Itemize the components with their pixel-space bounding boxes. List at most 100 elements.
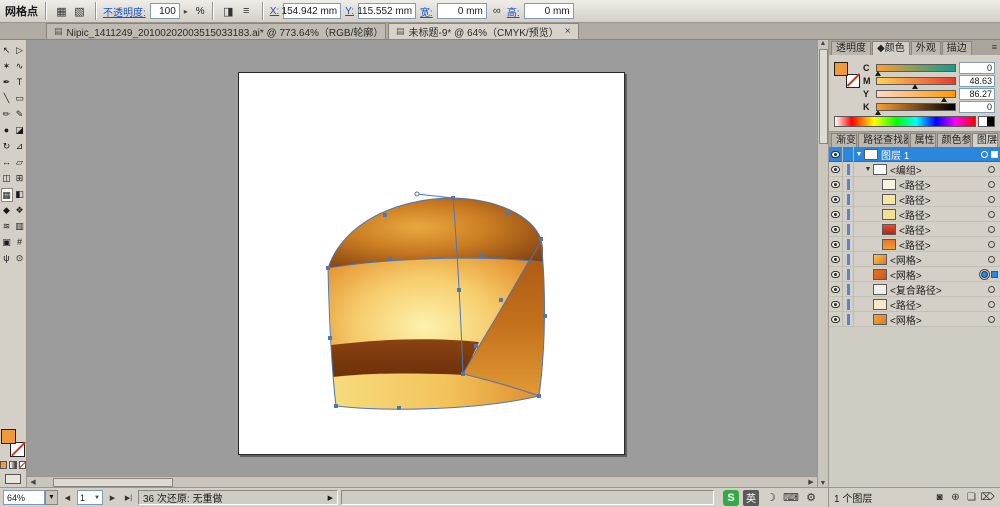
tab-stroke[interactable]: 描边 bbox=[942, 41, 972, 55]
rotate-tool[interactable]: ↻ bbox=[1, 140, 13, 154]
symbol-sprayer-tool[interactable]: ≋ bbox=[1, 220, 13, 234]
horizontal-scroll-thumb[interactable] bbox=[53, 478, 173, 487]
tab-color-guide[interactable]: 颜色参 bbox=[937, 133, 971, 147]
shape-builder-tool[interactable]: ◫ bbox=[1, 172, 13, 186]
layer-row[interactable]: <网格> bbox=[829, 267, 1000, 282]
add-mesh-point-icon[interactable]: ▦ bbox=[53, 3, 70, 20]
k-value-input[interactable]: 0 bbox=[959, 101, 995, 113]
status-indicator[interactable]: 36 次还原: 无重做 ▶ bbox=[138, 490, 338, 505]
gradient-tool[interactable]: ◧ bbox=[14, 188, 26, 202]
tab-pathfinder[interactable]: 路径查找器 bbox=[858, 133, 908, 147]
blend-tool[interactable]: ❖ bbox=[14, 204, 26, 218]
lock-toggle[interactable] bbox=[843, 222, 854, 237]
rectangle-tool[interactable]: ▭ bbox=[14, 92, 26, 106]
layer-row[interactable]: <路径> bbox=[829, 192, 1000, 207]
artboard-dropdown-icon[interactable]: ▼ bbox=[94, 495, 100, 501]
visibility-toggle[interactable] bbox=[829, 282, 843, 297]
black-swatch[interactable] bbox=[987, 117, 995, 126]
screen-mode-button[interactable] bbox=[5, 474, 21, 484]
target-circle[interactable] bbox=[988, 226, 995, 233]
link-dimensions-icon[interactable]: ∞ bbox=[491, 3, 503, 20]
target-circle[interactable] bbox=[988, 211, 995, 218]
none-mode-button[interactable] bbox=[19, 461, 26, 469]
layer-row[interactable]: <路径> bbox=[829, 177, 1000, 192]
hand-tool[interactable]: ψ bbox=[1, 252, 13, 266]
m-slider[interactable] bbox=[876, 77, 956, 85]
vertical-scrollbar[interactable]: ▲ ▼ bbox=[817, 40, 828, 487]
eraser-tool[interactable]: ◪ bbox=[14, 124, 26, 138]
direct-selection-tool[interactable]: ▷ bbox=[14, 44, 26, 58]
scroll-left-icon[interactable]: ◀ bbox=[27, 478, 39, 486]
new-sublayer-icon[interactable]: ⊕ bbox=[948, 491, 963, 505]
selection-tool[interactable]: ↖ bbox=[1, 44, 13, 58]
pencil-tool[interactable]: ✎ bbox=[14, 108, 26, 122]
free-transform-tool[interactable]: ▱ bbox=[14, 156, 26, 170]
visibility-toggle[interactable] bbox=[829, 207, 843, 222]
lock-toggle[interactable] bbox=[843, 252, 854, 267]
lang-indicator[interactable]: 英 bbox=[743, 490, 759, 506]
k-slider[interactable] bbox=[876, 103, 956, 111]
x-label[interactable]: X: bbox=[270, 6, 279, 17]
height-input[interactable]: 0 mm bbox=[524, 3, 574, 19]
perspective-grid-tool[interactable]: ⊞ bbox=[14, 172, 26, 186]
visibility-toggle[interactable] bbox=[829, 192, 843, 207]
visibility-toggle[interactable] bbox=[829, 267, 843, 282]
lock-toggle[interactable] bbox=[843, 162, 854, 177]
visibility-toggle[interactable] bbox=[829, 252, 843, 267]
target-circle[interactable] bbox=[981, 271, 988, 278]
spectrum-endcaps[interactable] bbox=[978, 116, 995, 127]
x-input[interactable]: 154.942 mm bbox=[283, 3, 341, 19]
target-circle[interactable] bbox=[988, 286, 995, 293]
panel-menu-icon[interactable]: ≡ bbox=[992, 134, 997, 144]
horizontal-scrollbar[interactable]: ◀ ▶ bbox=[27, 476, 817, 487]
document-tab[interactable]: ▤未标题-9* @ 64%（CMYK/预览）× bbox=[388, 23, 579, 39]
tab-gradient[interactable]: 渐变 bbox=[831, 133, 857, 147]
next-artboard-button[interactable]: ▶ bbox=[106, 491, 119, 505]
m-value-input[interactable]: 48.63 bbox=[959, 75, 995, 87]
expander-icon[interactable]: ▼ bbox=[854, 151, 864, 158]
vertical-scroll-thumb[interactable] bbox=[819, 49, 828, 144]
canvas-pasteboard[interactable]: ◀ ▶ bbox=[27, 40, 817, 487]
delete-layer-icon[interactable]: ⌦ bbox=[980, 491, 995, 505]
visibility-toggle[interactable] bbox=[829, 222, 843, 237]
scale-tool[interactable]: ⊿ bbox=[14, 140, 26, 154]
make-clipping-mask-icon[interactable]: ◙ bbox=[932, 491, 947, 505]
lock-toggle[interactable] bbox=[843, 207, 854, 222]
layer-row[interactable]: <路径> bbox=[829, 207, 1000, 222]
y-slider[interactable] bbox=[876, 90, 956, 98]
line-segment-tool[interactable]: ╲ bbox=[1, 92, 13, 106]
layer-row[interactable]: <路径> bbox=[829, 297, 1000, 312]
recolor-artwork-icon[interactable]: ◨ bbox=[220, 3, 237, 20]
visibility-toggle[interactable] bbox=[829, 177, 843, 192]
color-spectrum-bar[interactable] bbox=[834, 116, 976, 127]
target-circle[interactable] bbox=[988, 196, 995, 203]
settings-wrench-icon[interactable]: ⚙ bbox=[803, 490, 819, 506]
c-slider[interactable] bbox=[876, 64, 956, 72]
visibility-toggle[interactable] bbox=[829, 147, 843, 162]
artboard-number-field[interactable]: 1 ▼ bbox=[77, 490, 103, 505]
tab-close-icon[interactable]: × bbox=[565, 26, 571, 37]
opacity-stepper-icon[interactable]: ▸ bbox=[184, 7, 192, 16]
prev-artboard-button[interactable]: ◀ bbox=[61, 491, 74, 505]
y-label[interactable]: Y: bbox=[345, 6, 354, 17]
lock-toggle[interactable] bbox=[843, 297, 854, 312]
target-circle[interactable] bbox=[988, 241, 995, 248]
status-expander-icon[interactable]: ▶ bbox=[328, 494, 333, 502]
zoom-dropdown-icon[interactable]: ▼ bbox=[45, 490, 58, 505]
c-value-input[interactable]: 0 bbox=[959, 62, 995, 74]
artboard-tool[interactable]: ▣ bbox=[1, 236, 13, 250]
layer-row[interactable]: ▼<编组> bbox=[829, 162, 1000, 177]
lock-toggle[interactable] bbox=[843, 177, 854, 192]
tab-attributes[interactable]: 属性 bbox=[910, 133, 936, 147]
sogou-icon[interactable]: S bbox=[723, 490, 739, 506]
pen-tool[interactable]: ✒ bbox=[1, 76, 13, 90]
layer-row[interactable]: <路径> bbox=[829, 222, 1000, 237]
cake-artwork[interactable] bbox=[239, 73, 626, 456]
width-label[interactable]: 宽: bbox=[420, 4, 433, 19]
lock-toggle[interactable] bbox=[843, 267, 854, 282]
tab-color[interactable]: ◆颜色 bbox=[872, 41, 910, 55]
new-layer-icon[interactable]: ❏ bbox=[964, 491, 979, 505]
moon-icon[interactable]: ☽ bbox=[763, 490, 779, 506]
target-circle[interactable] bbox=[981, 151, 988, 158]
panel-menu-icon[interactable]: ≡ bbox=[992, 42, 997, 52]
